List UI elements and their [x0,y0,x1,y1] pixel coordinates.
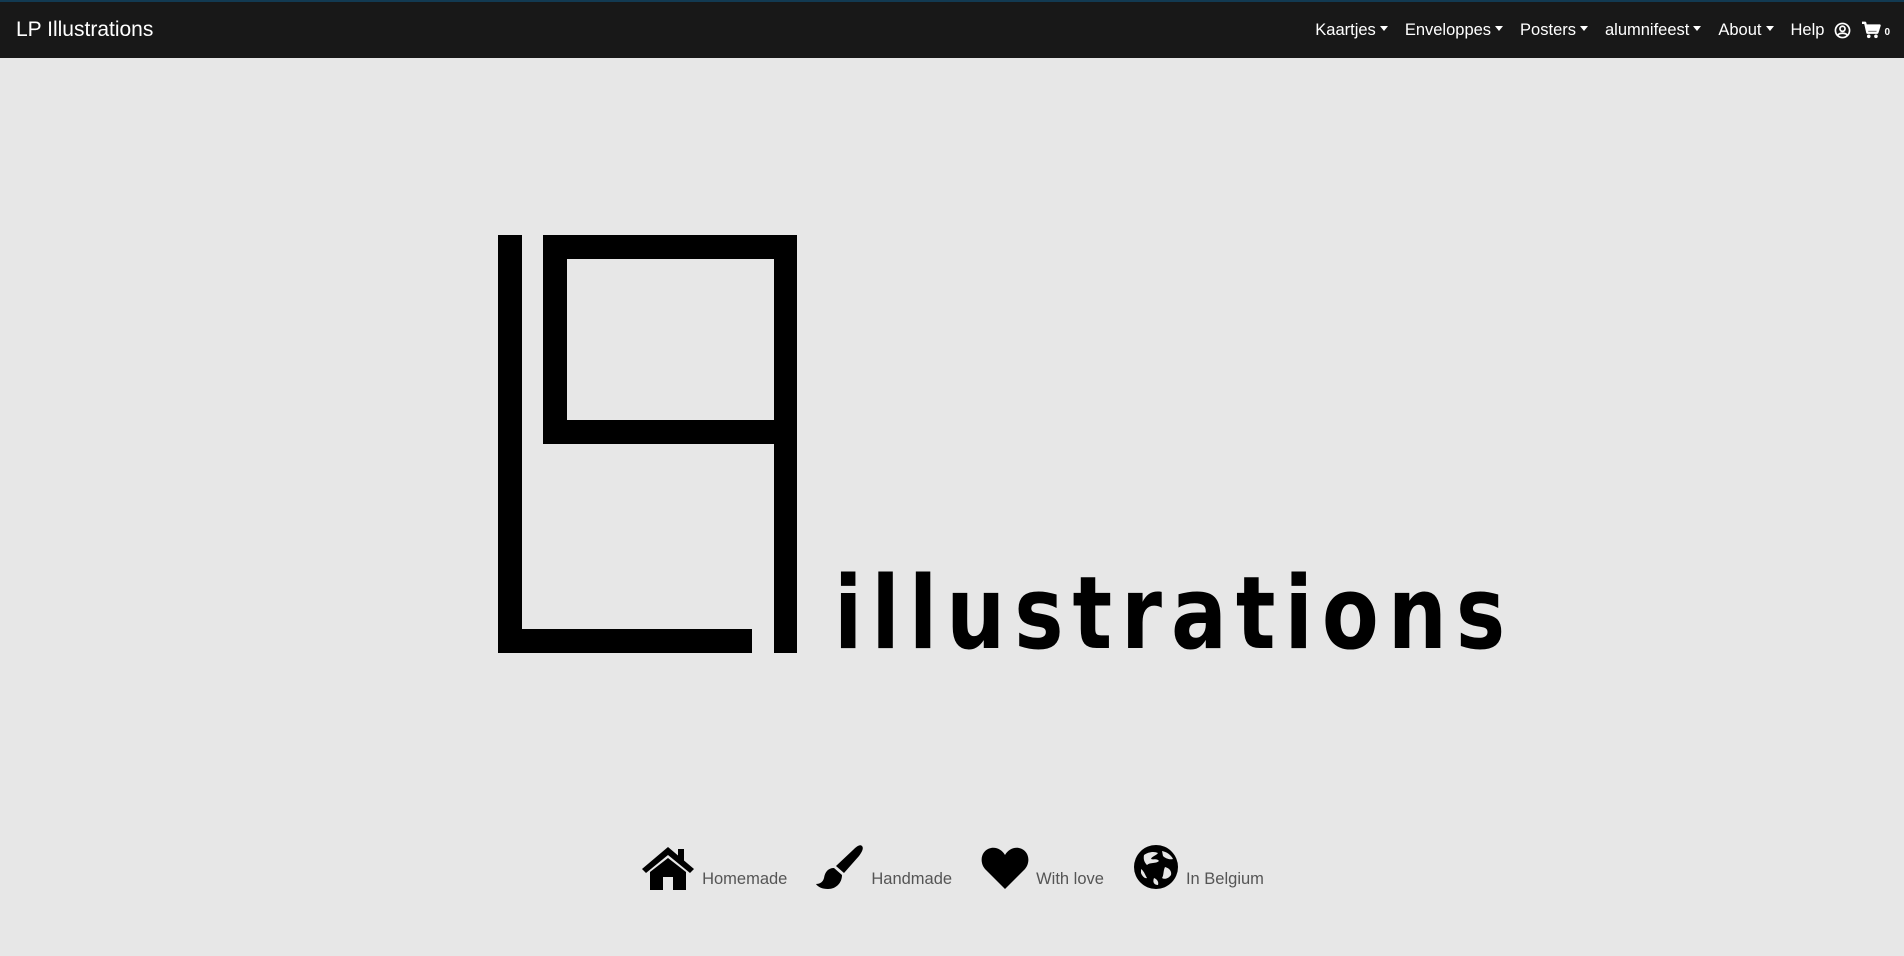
feature-label: Homemade [702,870,788,888]
feature-list: Homemade Handmade With love In Belgium [0,843,1904,891]
brand-link[interactable]: LP Illustrations [16,18,153,42]
caret-down-icon [1765,25,1774,31]
shopping-cart-icon[interactable]: 0 [1861,21,1890,39]
logo-wordmark: illustrations [834,554,1515,672]
top-navbar: LP Illustrations Kaartjes Enveloppes Pos… [0,0,1904,58]
user-circle-icon[interactable] [1834,22,1851,39]
lp-monogram-logo [498,235,797,653]
nav-menu: Kaartjes Enveloppes Posters alumnifeest … [1298,21,1890,40]
nav-item-label: Kaartjes [1315,20,1376,39]
lp-illustrations-logo: illustrations [490,228,1505,668]
nav-item-label: alumnifeest [1604,20,1690,39]
nav-item-label: Enveloppes [1404,20,1492,39]
feature-in-belgium: In Belgium [1132,843,1264,891]
nav-item-label: Posters [1520,20,1576,39]
caret-down-icon [1579,25,1588,31]
nav-item-label: Help [1790,20,1825,39]
home-icon [642,847,695,890]
caret-down-icon [1693,25,1702,31]
cart-count-badge: 0 [1884,26,1890,38]
feature-label: Handmade [871,870,953,888]
caret-down-icon [1495,25,1504,31]
feature-with-love: With love [980,845,1104,891]
nav-item-kaartjes[interactable]: Kaartjes [1315,21,1388,40]
feature-label: In Belgium [1185,870,1264,888]
heart-icon [981,847,1029,889]
nav-item-label: About [1718,20,1762,39]
feature-label: With love [1036,870,1104,888]
feature-handmade: Handmade [815,843,952,891]
nav-item-posters[interactable]: Posters [1520,21,1588,40]
feature-homemade: Homemade [640,845,787,891]
caret-down-icon [1379,25,1388,31]
nav-item-help[interactable]: Help [1791,21,1825,40]
globe-icon [1133,845,1178,889]
nav-item-alumnifeest[interactable]: alumnifeest [1604,20,1702,40]
nav-item-enveloppes[interactable]: Enveloppes [1404,20,1504,40]
nav-item-about[interactable]: About [1718,20,1774,40]
paintbrush-icon [816,845,864,889]
